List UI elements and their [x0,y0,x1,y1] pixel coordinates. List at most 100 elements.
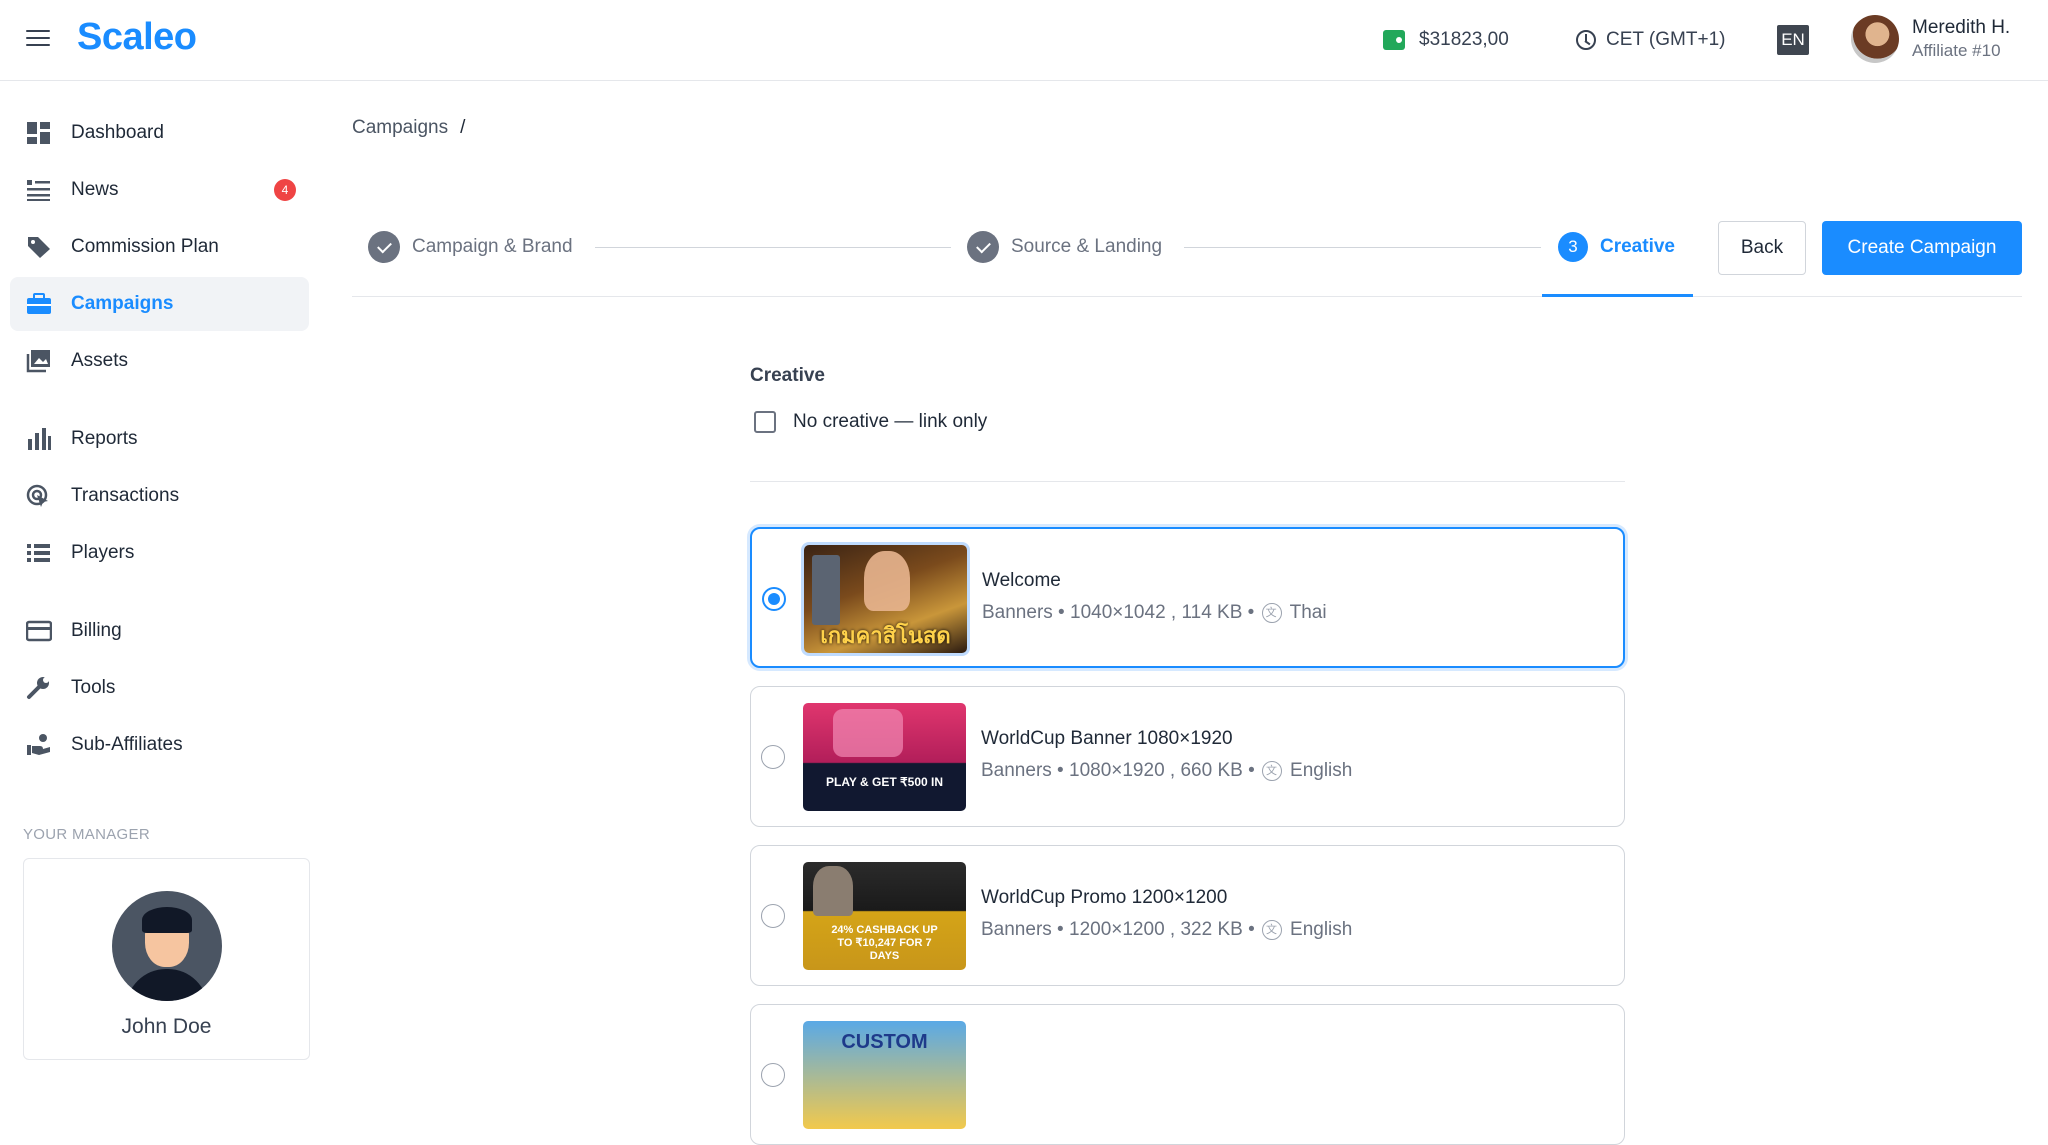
active-step-indicator [1542,294,1693,297]
user-name[interactable]: Meredith H. [1912,17,2010,39]
creative-section-title: Creative [750,365,825,386]
creative-thumbnail: เกมคาสิโนสด [804,545,967,653]
sidebar-item-label: Dashboard [71,122,164,143]
balance: $31823,00 [1383,26,1509,54]
step-campaign-brand[interactable]: Campaign & Brand [368,229,573,265]
creative-card[interactable]: เกมคาสิโนสด Welcome Banners • 1040×1042 … [750,527,1625,668]
briefcase-icon [27,293,51,314]
stepper-divider [352,296,2022,297]
touch-icon [26,484,48,507]
logo[interactable]: Scaleo [77,16,197,59]
translate-icon [1261,603,1282,623]
translate-icon [1262,761,1283,781]
step-label: Campaign & Brand [412,236,573,257]
no-creative-checkbox[interactable] [754,411,776,433]
creative-meta: Banners • 1040×1042 , 114 KB • Thai [982,602,1327,624]
creative-title: WorldCup Promo 1200×1200 [981,887,1228,908]
sidebar-item-dashboard[interactable]: Dashboard [10,106,309,160]
sidebar-item-transactions[interactable]: Transactions [10,469,309,523]
images-icon [26,350,50,373]
creative-card[interactable]: 24% CASHBACK UP TO ₹10,247 FOR 7 DAYS Wo… [750,845,1625,986]
manager-section-title: YOUR MANAGER [23,826,150,843]
clock-icon [1576,30,1596,50]
creative-size: 1080×1920 [1069,760,1165,781]
credit-card-icon [26,620,52,642]
step-label: Creative [1600,236,1675,257]
step-connector [595,247,951,248]
creative-radio[interactable] [761,1063,785,1087]
top-header: Scaleo $31823,00 CET (GMT+1) EN Meredith… [0,0,2048,81]
creative-radio[interactable] [761,904,785,928]
check-icon [368,231,400,263]
creative-title: Welcome [982,570,1061,591]
creative-meta: Banners • 1200×1200 , 322 KB • English [981,919,1352,941]
sidebar-item-label: Transactions [71,485,180,506]
news-icon [27,180,50,201]
no-creative-label[interactable]: No creative — link only [793,411,987,433]
tag-icon [28,237,50,258]
sidebar-item-commission-plan[interactable]: Commission Plan [10,220,309,274]
sidebar-item-players[interactable]: Players [10,526,309,580]
language-switcher[interactable]: EN [1777,25,1809,55]
timezone-label: CET (GMT+1) [1606,29,1726,50]
creative-type: Banners [982,602,1053,623]
sidebar-item-reports[interactable]: Reports [10,412,309,466]
step-number: 3 [1558,232,1588,262]
news-badge: 4 [274,179,296,201]
manager-card: John Doe [23,858,310,1060]
sidebar: Dashboard News 4 Commission Plan Campaig… [0,81,320,1060]
creative-card[interactable]: PLAY & GET ₹500 IN WorldCup Banner 1080×… [750,686,1625,827]
breadcrumb-campaigns[interactable]: Campaigns [352,117,448,138]
sidebar-item-news[interactable]: News 4 [10,163,309,217]
sidebar-item-label: Sub-Affiliates [71,734,183,755]
hand-coins-icon [27,734,50,755]
sidebar-item-sub-affiliates[interactable]: Sub-Affiliates [10,718,309,772]
creative-radio[interactable] [762,587,786,611]
create-campaign-button[interactable]: Create Campaign [1822,221,2022,275]
check-icon [967,231,999,263]
creative-meta: Banners • 1080×1920 , 660 KB • English [981,760,1352,782]
creative-type: Banners [981,919,1052,940]
dashboard-icon [27,122,50,144]
breadcrumb: Campaigns / [352,117,465,139]
step-label: Source & Landing [1011,236,1163,257]
sidebar-item-label: Campaigns [71,293,174,314]
creative-weight: 114 KB [1181,602,1243,623]
step-source-landing[interactable]: Source & Landing [967,229,1162,265]
creative-title: WorldCup Banner 1080×1920 [981,728,1233,749]
sidebar-item-label: Commission Plan [71,236,219,257]
balance-value: $31823,00 [1419,29,1509,50]
sidebar-item-label: Tools [71,677,116,698]
creative-weight: 322 KB [1180,919,1243,940]
creative-size: 1200×1200 [1069,919,1165,940]
wrench-icon [27,677,49,699]
section-divider [750,481,1625,482]
creative-language: Thai [1289,602,1327,623]
creative-language: English [1290,760,1353,781]
sidebar-item-label: Billing [71,620,122,641]
step-creative[interactable]: 3 Creative [1558,229,1675,265]
wallet-icon [1383,30,1405,50]
sidebar-item-billing[interactable]: Billing [10,604,309,658]
sidebar-item-campaigns[interactable]: Campaigns [10,277,309,331]
creative-thumbnail: PLAY & GET ₹500 IN [803,703,966,811]
sidebar-item-label: Players [71,542,135,563]
step-connector [1184,247,1541,248]
sidebar-item-label: Assets [71,350,129,371]
creative-card[interactable]: CUSTOM [750,1004,1625,1145]
back-button[interactable]: Back [1718,221,1806,275]
avatar[interactable] [1851,15,1899,63]
menu-icon[interactable] [26,30,50,50]
thumbnail-text: 24% CASHBACK UP TO ₹10,247 FOR 7 DAYS [831,924,938,962]
creative-language: English [1290,919,1353,940]
timezone[interactable]: CET (GMT+1) [1576,26,1725,54]
translate-icon [1262,920,1283,940]
thumbnail-text: เกมคาสิโนสด [820,624,951,649]
sidebar-item-tools[interactable]: Tools [10,661,309,715]
sidebar-item-assets[interactable]: Assets [10,334,309,388]
list-icon [27,544,50,562]
sidebar-item-label: Reports [71,428,138,449]
manager-avatar [112,891,222,1001]
creative-radio[interactable] [761,745,785,769]
bar-chart-icon [28,428,51,450]
